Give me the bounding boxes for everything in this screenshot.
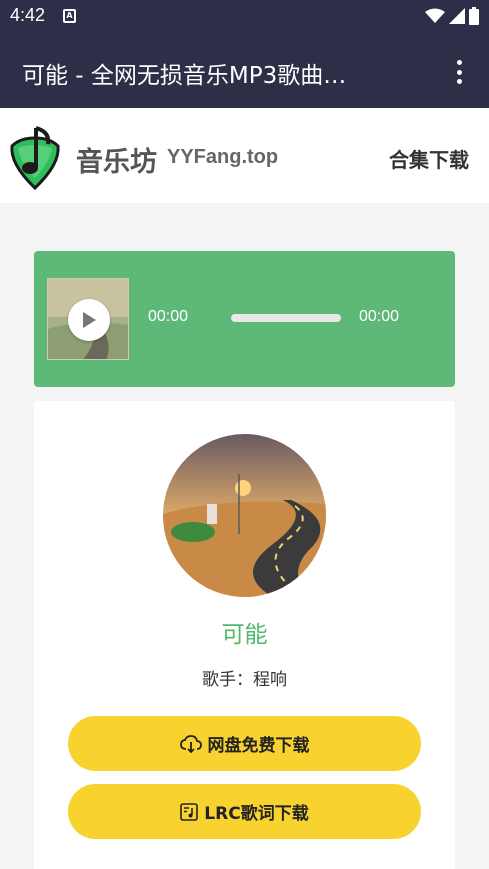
lyrics-file-icon <box>180 802 199 821</box>
player-cover <box>47 278 129 360</box>
collection-download-link[interactable]: 合集下载 <box>389 144 469 173</box>
song-title: 可能 <box>221 622 268 648</box>
brand-domain: YYFang.top <box>167 146 279 168</box>
lrc-download-button[interactable]: LRC歌词下载 <box>68 784 421 839</box>
site-header: 音乐坊 YYFang.top 合集下载 <box>0 108 489 203</box>
pan-download-button[interactable]: 网盘免费下载 <box>68 716 421 771</box>
play-icon <box>83 312 96 328</box>
lrc-download-label: LRC歌词下载 <box>204 804 309 824</box>
status-icons <box>425 6 479 26</box>
music-note-logo-icon[interactable] <box>6 124 64 196</box>
cloud-download-icon <box>179 734 202 753</box>
singer-name: 歌手：程响 <box>202 670 287 690</box>
signal-icon <box>449 8 465 24</box>
status-bar: 4:42 A <box>0 0 489 34</box>
album-art-image <box>163 434 326 597</box>
more-vert-icon[interactable] <box>447 58 471 86</box>
page-title: 可能 - 全网无损音乐MP3歌曲… <box>22 63 347 89</box>
brand-name: 音乐坊 <box>76 147 157 178</box>
battery-icon <box>469 7 479 25</box>
app-bar: 可能 - 全网无损音乐MP3歌曲… <box>0 34 489 108</box>
status-time: 4:42 <box>10 5 46 25</box>
current-time: 00:00 <box>148 308 189 325</box>
album-art <box>163 434 326 597</box>
audio-player: 00:00 00:00 <box>34 251 455 387</box>
play-button[interactable] <box>68 299 110 341</box>
wifi-icon <box>425 8 445 23</box>
total-time: 00:00 <box>359 308 400 325</box>
a-badge-icon: A <box>63 9 76 23</box>
song-card: 可能 歌手：程响 网盘免费下载 LRC歌词下载 <box>34 401 455 869</box>
pan-download-label: 网盘免费下载 <box>207 736 310 756</box>
progress-bar[interactable] <box>231 314 341 322</box>
